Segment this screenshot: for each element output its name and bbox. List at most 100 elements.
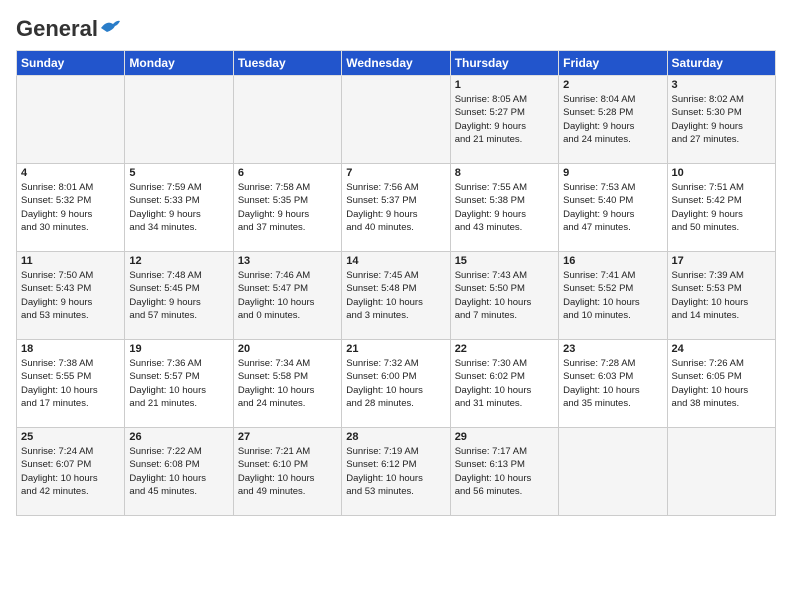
day-number: 16	[563, 255, 662, 267]
calendar-cell: 5 Sunrise: 7:59 AM Sunset: 5:33 PM Daylig…	[125, 164, 233, 252]
day-number: 23	[563, 343, 662, 355]
day-info: Sunrise: 8:05 AM Sunset: 5:27 PM Dayligh…	[455, 93, 554, 146]
calendar-cell: 13 Sunrise: 7:46 AM Sunset: 5:47 PM Dayli…	[233, 252, 341, 340]
calendar-cell: 17 Sunrise: 7:39 AM Sunset: 5:53 PM Dayli…	[667, 252, 775, 340]
col-header-thursday: Thursday	[450, 51, 558, 76]
day-info: Sunrise: 7:26 AM Sunset: 6:05 PM Dayligh…	[672, 357, 771, 410]
calendar-table: SundayMondayTuesdayWednesdayThursdayFrid…	[16, 50, 776, 516]
calendar-cell: 19 Sunrise: 7:36 AM Sunset: 5:57 PM Dayli…	[125, 340, 233, 428]
day-info: Sunrise: 7:24 AM Sunset: 6:07 PM Dayligh…	[21, 445, 120, 498]
day-number: 15	[455, 255, 554, 267]
day-number: 22	[455, 343, 554, 355]
day-info: Sunrise: 8:04 AM Sunset: 5:28 PM Dayligh…	[563, 93, 662, 146]
day-info: Sunrise: 8:02 AM Sunset: 5:30 PM Dayligh…	[672, 93, 771, 146]
calendar-cell: 11 Sunrise: 7:50 AM Sunset: 5:43 PM Dayli…	[17, 252, 125, 340]
day-number: 7	[346, 167, 445, 179]
day-number: 14	[346, 255, 445, 267]
calendar-cell: 28 Sunrise: 7:19 AM Sunset: 6:12 PM Dayli…	[342, 428, 450, 516]
day-info: Sunrise: 7:45 AM Sunset: 5:48 PM Dayligh…	[346, 269, 445, 322]
day-info: Sunrise: 7:22 AM Sunset: 6:08 PM Dayligh…	[129, 445, 228, 498]
day-info: Sunrise: 7:30 AM Sunset: 6:02 PM Dayligh…	[455, 357, 554, 410]
calendar-cell: 23 Sunrise: 7:28 AM Sunset: 6:03 PM Dayli…	[559, 340, 667, 428]
calendar-cell: 7 Sunrise: 7:56 AM Sunset: 5:37 PM Daylig…	[342, 164, 450, 252]
day-number: 9	[563, 167, 662, 179]
logo: General	[16, 16, 121, 38]
calendar-cell: 20 Sunrise: 7:34 AM Sunset: 5:58 PM Dayli…	[233, 340, 341, 428]
calendar-cell: 4Sunrise: 8:01 AM Sunset: 5:32 PM Daylig…	[17, 164, 125, 252]
day-number: 19	[129, 343, 228, 355]
day-number: 6	[238, 167, 337, 179]
day-number: 3	[672, 79, 771, 91]
day-number: 27	[238, 431, 337, 443]
day-info: Sunrise: 7:59 AM Sunset: 5:33 PM Dayligh…	[129, 181, 228, 234]
page-header: General	[16, 16, 776, 38]
col-header-saturday: Saturday	[667, 51, 775, 76]
calendar-cell	[125, 76, 233, 164]
calendar-cell: 2 Sunrise: 8:04 AM Sunset: 5:28 PM Daylig…	[559, 76, 667, 164]
day-number: 12	[129, 255, 228, 267]
calendar-cell: 26 Sunrise: 7:22 AM Sunset: 6:08 PM Dayli…	[125, 428, 233, 516]
day-number: 2	[563, 79, 662, 91]
day-info: Sunrise: 7:39 AM Sunset: 5:53 PM Dayligh…	[672, 269, 771, 322]
day-number: 17	[672, 255, 771, 267]
calendar-cell: 27 Sunrise: 7:21 AM Sunset: 6:10 PM Dayli…	[233, 428, 341, 516]
day-number: 10	[672, 167, 771, 179]
col-header-tuesday: Tuesday	[233, 51, 341, 76]
day-info: Sunrise: 7:28 AM Sunset: 6:03 PM Dayligh…	[563, 357, 662, 410]
day-number: 1	[455, 79, 554, 91]
calendar-cell: 24 Sunrise: 7:26 AM Sunset: 6:05 PM Dayli…	[667, 340, 775, 428]
day-info: Sunrise: 7:32 AM Sunset: 6:00 PM Dayligh…	[346, 357, 445, 410]
calendar-cell: 29 Sunrise: 7:17 AM Sunset: 6:13 PM Dayli…	[450, 428, 558, 516]
day-info: Sunrise: 7:43 AM Sunset: 5:50 PM Dayligh…	[455, 269, 554, 322]
calendar-cell: 25 Sunrise: 7:24 AM Sunset: 6:07 PM Dayli…	[17, 428, 125, 516]
day-info: Sunrise: 7:21 AM Sunset: 6:10 PM Dayligh…	[238, 445, 337, 498]
calendar-cell: 18 Sunrise: 7:38 AM Sunset: 5:55 PM Dayli…	[17, 340, 125, 428]
calendar-cell: 14 Sunrise: 7:45 AM Sunset: 5:48 PM Dayli…	[342, 252, 450, 340]
calendar-cell: 15 Sunrise: 7:43 AM Sunset: 5:50 PM Dayli…	[450, 252, 558, 340]
calendar-cell: 6 Sunrise: 7:58 AM Sunset: 5:35 PM Daylig…	[233, 164, 341, 252]
calendar-cell: 9Sunrise: 7:53 AM Sunset: 5:40 PM Daylig…	[559, 164, 667, 252]
day-info: Sunrise: 7:19 AM Sunset: 6:12 PM Dayligh…	[346, 445, 445, 498]
day-info: Sunrise: 7:34 AM Sunset: 5:58 PM Dayligh…	[238, 357, 337, 410]
day-info: Sunrise: 7:48 AM Sunset: 5:45 PM Dayligh…	[129, 269, 228, 322]
day-number: 21	[346, 343, 445, 355]
day-number: 11	[21, 255, 120, 267]
day-info: Sunrise: 7:58 AM Sunset: 5:35 PM Dayligh…	[238, 181, 337, 234]
calendar-cell	[342, 76, 450, 164]
calendar-cell: 3 Sunrise: 8:02 AM Sunset: 5:30 PM Daylig…	[667, 76, 775, 164]
day-info: Sunrise: 7:41 AM Sunset: 5:52 PM Dayligh…	[563, 269, 662, 322]
day-info: Sunrise: 7:50 AM Sunset: 5:43 PM Dayligh…	[21, 269, 120, 322]
bird-icon	[99, 18, 121, 36]
day-number: 29	[455, 431, 554, 443]
calendar-cell	[559, 428, 667, 516]
calendar-cell: 12 Sunrise: 7:48 AM Sunset: 5:45 PM Dayli…	[125, 252, 233, 340]
day-info: Sunrise: 7:17 AM Sunset: 6:13 PM Dayligh…	[455, 445, 554, 498]
day-number: 5	[129, 167, 228, 179]
day-number: 28	[346, 431, 445, 443]
calendar-cell: 8Sunrise: 7:55 AM Sunset: 5:38 PM Daylig…	[450, 164, 558, 252]
day-number: 25	[21, 431, 120, 443]
calendar-cell	[233, 76, 341, 164]
day-number: 13	[238, 255, 337, 267]
day-info: Sunrise: 7:51 AM Sunset: 5:42 PM Dayligh…	[672, 181, 771, 234]
col-header-friday: Friday	[559, 51, 667, 76]
col-header-monday: Monday	[125, 51, 233, 76]
day-number: 18	[21, 343, 120, 355]
day-number: 8	[455, 167, 554, 179]
day-number: 24	[672, 343, 771, 355]
calendar-cell: 22 Sunrise: 7:30 AM Sunset: 6:02 PM Dayli…	[450, 340, 558, 428]
day-number: 26	[129, 431, 228, 443]
col-header-wednesday: Wednesday	[342, 51, 450, 76]
day-info: Sunrise: 7:46 AM Sunset: 5:47 PM Dayligh…	[238, 269, 337, 322]
day-info: Sunrise: 7:38 AM Sunset: 5:55 PM Dayligh…	[21, 357, 120, 410]
day-number: 4	[21, 167, 120, 179]
day-number: 20	[238, 343, 337, 355]
day-info: Sunrise: 7:36 AM Sunset: 5:57 PM Dayligh…	[129, 357, 228, 410]
calendar-cell	[17, 76, 125, 164]
day-info: Sunrise: 7:56 AM Sunset: 5:37 PM Dayligh…	[346, 181, 445, 234]
calendar-cell: 10 Sunrise: 7:51 AM Sunset: 5:42 PM Dayli…	[667, 164, 775, 252]
col-header-sunday: Sunday	[17, 51, 125, 76]
calendar-cell: 1 Sunrise: 8:05 AM Sunset: 5:27 PM Daylig…	[450, 76, 558, 164]
calendar-cell: 16 Sunrise: 7:41 AM Sunset: 5:52 PM Dayli…	[559, 252, 667, 340]
calendar-cell	[667, 428, 775, 516]
